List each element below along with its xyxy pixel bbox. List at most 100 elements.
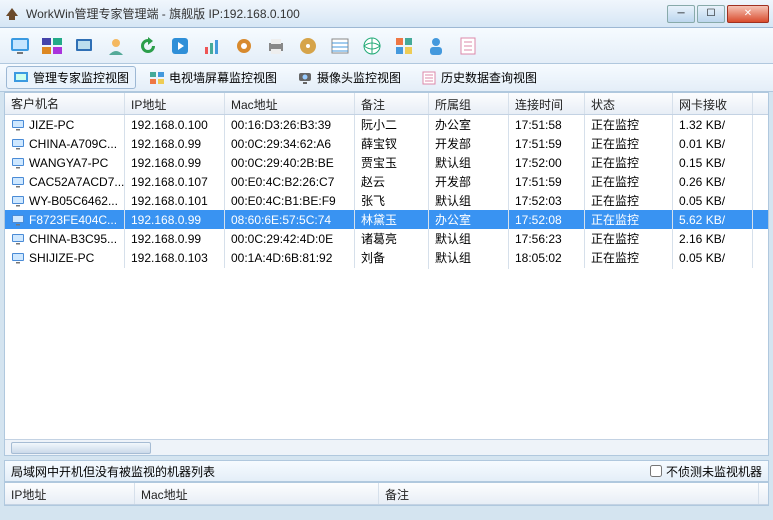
pc-icon (11, 138, 25, 150)
cell: 192.168.0.107 (125, 172, 225, 192)
table-row[interactable]: SHIJIZE-PC192.168.0.10300:1A:4D:6B:81:92… (5, 248, 768, 267)
toolbar-settings-icon[interactable] (230, 32, 258, 60)
cell: 正在监控 (585, 246, 673, 269)
bottom-table: IP地址Mac地址备注 (4, 482, 769, 506)
main-toolbar (0, 28, 773, 64)
cell: 0.15 KB/ (673, 153, 753, 173)
cell: 00:E0:4C:B2:26:C7 (225, 172, 355, 192)
cell: 17:51:58 (509, 115, 585, 135)
cell: 17:52:08 (509, 210, 585, 230)
cell: 0.26 KB/ (673, 172, 753, 192)
view-tab-2[interactable]: 摄像头监控视图 (290, 66, 408, 89)
tab-icon (13, 70, 29, 86)
cell: CHINA-A709C... (5, 134, 125, 154)
cell: 5.62 KB/ (673, 210, 753, 230)
column-header[interactable]: IP地址 (125, 93, 225, 114)
cell: 192.168.0.101 (125, 191, 225, 211)
pc-icon (11, 233, 25, 245)
bottom-column-header[interactable]: 备注 (379, 483, 759, 504)
titlebar: WorkWin管理专家管理端 - 旗舰版 IP:192.168.0.100 ─ … (0, 0, 773, 28)
cell: 0.01 KB/ (673, 134, 753, 154)
cell: 18:05:02 (509, 248, 585, 268)
cell: 08:60:6E:57:5C:74 (225, 210, 355, 230)
window-controls: ─ ☐ ✕ (667, 5, 769, 23)
pc-icon (11, 252, 25, 264)
pc-icon (11, 157, 25, 169)
cell: 刘备 (355, 246, 429, 269)
view-tabs: 管理专家监控视图 电视墙屏幕监控视图 摄像头监控视图 历史数据查询视图 (0, 64, 773, 92)
cell: 0.05 KB/ (673, 191, 753, 211)
toolbar-note-icon[interactable] (454, 32, 482, 60)
table-header: 客户机名IP地址Mac地址备注所属组连接时间状态网卡接收 (5, 93, 768, 115)
cell: WY-B05C6462... (5, 191, 125, 211)
column-header[interactable]: 状态 (585, 93, 673, 114)
column-header[interactable]: Mac地址 (225, 93, 355, 114)
view-tab-1[interactable]: 电视墙屏幕监控视图 (142, 66, 284, 89)
cell: 2.16 KB/ (673, 229, 753, 249)
cell: 17:51:59 (509, 172, 585, 192)
bottom-column-header[interactable]: Mac地址 (135, 483, 379, 504)
cell: SHIJIZE-PC (5, 248, 125, 268)
client-table: 客户机名IP地址Mac地址备注所属组连接时间状态网卡接收 JIZE-PC192.… (4, 92, 769, 456)
toolbar-monitor-icon[interactable] (6, 32, 34, 60)
toolbar-print-icon[interactable] (262, 32, 290, 60)
bottom-panel-title: 局域网中开机但没有被监视的机器列表 (11, 463, 650, 480)
toolbar-apps-icon[interactable] (390, 32, 418, 60)
no-detect-checkbox-input[interactable] (650, 465, 662, 477)
toolbar-play-icon[interactable] (166, 32, 194, 60)
tab-icon (297, 70, 313, 86)
column-header[interactable]: 网卡接收 (673, 93, 753, 114)
cell: WANGYA7-PC (5, 153, 125, 173)
toolbar-chart-icon[interactable] (198, 32, 226, 60)
toolbar-disk-icon[interactable] (294, 32, 322, 60)
column-header[interactable]: 连接时间 (509, 93, 585, 114)
toolbar-person-icon[interactable] (422, 32, 450, 60)
tab-icon (149, 70, 165, 86)
cell: 00:0C:29:34:62:A6 (225, 134, 355, 154)
column-header[interactable]: 所属组 (429, 93, 509, 114)
close-button[interactable]: ✕ (727, 5, 769, 23)
horizontal-scrollbar[interactable] (5, 439, 768, 455)
minimize-button[interactable]: ─ (667, 5, 695, 23)
view-tab-3[interactable]: 历史数据查询视图 (414, 66, 544, 89)
tab-label: 摄像头监控视图 (317, 69, 401, 86)
cell: 192.168.0.99 (125, 134, 225, 154)
toolbar-screens-icon[interactable] (38, 32, 66, 60)
cell: 192.168.0.100 (125, 115, 225, 135)
toolbar-user-icon[interactable] (102, 32, 130, 60)
no-detect-checkbox[interactable]: 不侦测未监视机器 (650, 463, 762, 480)
cell: 00:E0:4C:B1:BE:F9 (225, 191, 355, 211)
toolbar-list-icon[interactable] (326, 32, 354, 60)
toolbar-globe-icon[interactable] (358, 32, 386, 60)
cell: 192.168.0.99 (125, 229, 225, 249)
cell: 192.168.0.99 (125, 210, 225, 230)
column-header[interactable]: 备注 (355, 93, 429, 114)
cell: 17:56:23 (509, 229, 585, 249)
tab-label: 历史数据查询视图 (441, 69, 537, 86)
no-detect-checkbox-label: 不侦测未监视机器 (666, 463, 762, 480)
bottom-panel-header: 局域网中开机但没有被监视的机器列表 不侦测未监视机器 (4, 460, 769, 482)
app-icon (4, 6, 20, 22)
cell: 1.32 KB/ (673, 115, 753, 135)
toolbar-refresh-icon[interactable] (134, 32, 162, 60)
view-tab-0[interactable]: 管理专家监控视图 (6, 66, 136, 89)
window-title: WorkWin管理专家管理端 - 旗舰版 IP:192.168.0.100 (26, 5, 667, 22)
cell: 17:52:03 (509, 191, 585, 211)
cell: 17:51:59 (509, 134, 585, 154)
maximize-button[interactable]: ☐ (697, 5, 725, 23)
bottom-column-header[interactable]: IP地址 (5, 483, 135, 504)
cell: 00:0C:29:42:4D:0E (225, 229, 355, 249)
tab-label: 管理专家监控视图 (33, 69, 129, 86)
cell: 00:16:D3:26:B3:39 (225, 115, 355, 135)
cell: 192.168.0.99 (125, 153, 225, 173)
pc-icon (11, 214, 25, 226)
cell: 17:52:00 (509, 153, 585, 173)
tab-label: 电视墙屏幕监控视图 (169, 69, 277, 86)
cell: 00:0C:29:40:2B:BE (225, 153, 355, 173)
scrollbar-thumb[interactable] (11, 442, 151, 454)
column-header[interactable]: 客户机名 (5, 93, 125, 114)
cell: F8723FE404C... (5, 210, 125, 230)
toolbar-single-icon[interactable] (70, 32, 98, 60)
cell: 192.168.0.103 (125, 248, 225, 268)
cell: JIZE-PC (5, 115, 125, 135)
